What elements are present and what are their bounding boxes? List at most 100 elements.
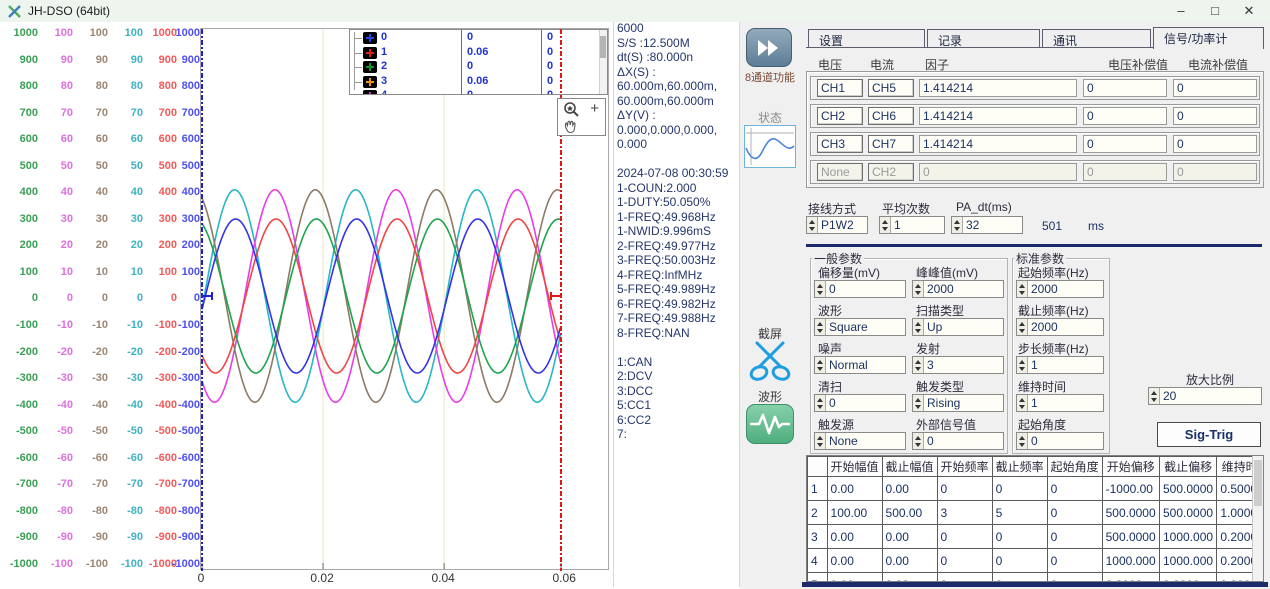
wiring-mode-field[interactable]: P1W2: [806, 216, 868, 234]
table-cell[interactable]: 0.0000: [1159, 573, 1216, 583]
table-cell[interactable]: 2: [808, 501, 828, 525]
current-channel-select[interactable]: CH6: [868, 107, 914, 125]
table-cell[interactable]: 0.00: [827, 549, 882, 573]
param-field[interactable]: 1: [1016, 394, 1104, 412]
current-channel-select[interactable]: CH7: [868, 135, 914, 153]
plot-zoom-toolbox[interactable]: +: [557, 98, 606, 136]
eight-channel-function-button[interactable]: [746, 28, 792, 67]
spinner-arrows[interactable]: [913, 357, 924, 373]
param-field[interactable]: 2000: [1016, 318, 1104, 336]
factor-field[interactable]: 1.414214: [919, 135, 1077, 153]
table-cell[interactable]: 100.00: [827, 501, 882, 525]
legend-scrollbar[interactable]: [599, 30, 607, 95]
param-field[interactable]: 2000: [1016, 280, 1104, 298]
param-field[interactable]: 2000: [912, 280, 1004, 298]
table-cell[interactable]: 0.00: [827, 477, 882, 501]
table-cell[interactable]: 3: [808, 525, 828, 549]
table-cell[interactable]: 500.0000: [1102, 501, 1159, 525]
tab-4[interactable]: 信号/功率计: [1153, 27, 1264, 49]
table-cell[interactable]: 0: [1047, 549, 1102, 573]
spinner-arrows[interactable]: [815, 319, 826, 335]
table-cell[interactable]: 0: [937, 477, 992, 501]
table-row[interactable]: 50.000.000000.00000.00000.2000: [808, 573, 1263, 583]
spinner-arrows[interactable]: [815, 281, 826, 297]
voltage-channel-select[interactable]: CH3: [817, 135, 863, 153]
table-cell[interactable]: 1000.000: [1159, 525, 1216, 549]
channel-legend[interactable]: 00010.06020030.060400: [349, 29, 608, 95]
table-cell[interactable]: 0: [1047, 573, 1102, 583]
param-field[interactable]: 0: [1016, 432, 1104, 450]
pa-dt-field[interactable]: 32: [951, 216, 1023, 234]
factor-field[interactable]: 1.414214: [919, 79, 1077, 97]
param-field[interactable]: Rising: [912, 394, 1004, 412]
tab-1[interactable]: 设置: [808, 29, 925, 48]
table-cell[interactable]: 5: [992, 501, 1047, 525]
table-cell[interactable]: 0: [1047, 477, 1102, 501]
tab-3[interactable]: 通讯: [1042, 29, 1151, 48]
zoom-in-icon[interactable]: +: [590, 100, 599, 117]
table-cell[interactable]: 0: [992, 477, 1047, 501]
current-compensation-field[interactable]: 0: [1173, 135, 1257, 153]
table-cell[interactable]: 0: [1047, 501, 1102, 525]
table-row[interactable]: 30.000.00000500.00001000.0000.2000: [808, 525, 1263, 549]
voltage-channel-select[interactable]: CH2: [817, 107, 863, 125]
spinner-arrows[interactable]: [815, 395, 826, 411]
table-cell[interactable]: 0: [992, 525, 1047, 549]
voltage-compensation-field[interactable]: 0: [1083, 135, 1167, 153]
table-cell[interactable]: 1: [808, 477, 828, 501]
table-cell[interactable]: 0: [937, 573, 992, 583]
scissors-icon[interactable]: [747, 339, 793, 383]
legend-row-1[interactable]: 10.060: [350, 46, 607, 61]
spinner-arrows[interactable]: [1017, 433, 1028, 449]
spinner-arrows[interactable]: [952, 217, 963, 233]
spinner-arrows[interactable]: [815, 433, 826, 449]
spinner-arrows[interactable]: [913, 281, 924, 297]
status-waveform-icon[interactable]: [744, 125, 796, 168]
segment-table[interactable]: 开始幅值截止幅值开始频率截止频率起始角度开始偏移截止偏移维持时10.000.00…: [806, 455, 1264, 582]
spinner-arrows[interactable]: [913, 395, 924, 411]
table-cell[interactable]: 0: [1047, 525, 1102, 549]
table-cell[interactable]: 5: [808, 573, 828, 583]
table-scrollbar[interactable]: [1252, 456, 1263, 581]
table-cell[interactable]: 0.00: [882, 573, 937, 583]
spinner-arrows[interactable]: [913, 433, 924, 449]
spinner-arrows[interactable]: [1017, 281, 1028, 297]
param-field[interactable]: 3: [912, 356, 1004, 374]
zoom-scale-field[interactable]: 20: [1148, 387, 1262, 405]
table-cell[interactable]: 0.00: [882, 525, 937, 549]
param-field[interactable]: Normal: [814, 356, 906, 374]
table-cell[interactable]: 0.0000: [1102, 573, 1159, 583]
voltage-compensation-field[interactable]: 0: [1083, 79, 1167, 97]
voltage-channel-select[interactable]: CH1: [817, 79, 863, 97]
param-field[interactable]: 1: [1016, 356, 1104, 374]
waveform-button[interactable]: [746, 404, 794, 444]
table-cell[interactable]: 500.0000: [1159, 477, 1216, 501]
spinner-arrows[interactable]: [1149, 388, 1160, 404]
spinner-arrows[interactable]: [807, 217, 818, 233]
current-channel-select[interactable]: CH5: [868, 79, 914, 97]
legend-row-2[interactable]: 200: [350, 60, 607, 75]
param-field[interactable]: Square: [814, 318, 906, 336]
table-cell[interactable]: 1000.000: [1159, 549, 1216, 573]
waveform-plot[interactable]: 00010.06020030.060400 +: [200, 28, 609, 570]
param-field[interactable]: None: [814, 432, 906, 450]
table-cell[interactable]: 0.00: [882, 549, 937, 573]
close-button[interactable]: ✕: [1232, 1, 1266, 21]
table-cell[interactable]: 1000.000: [1102, 549, 1159, 573]
spinner-arrows[interactable]: [1017, 319, 1028, 335]
average-count-field[interactable]: 1: [879, 216, 945, 234]
spinner-arrows[interactable]: [1017, 395, 1028, 411]
table-cell[interactable]: -1000.00: [1102, 477, 1159, 501]
pan-hand-icon[interactable]: [562, 119, 578, 135]
voltage-compensation-field[interactable]: 0: [1083, 107, 1167, 125]
maximize-button[interactable]: □: [1198, 1, 1232, 21]
tab-2[interactable]: 记录: [927, 29, 1040, 48]
table-cell[interactable]: 500.0000: [1159, 501, 1216, 525]
factor-field[interactable]: 1.414214: [919, 107, 1077, 125]
param-field[interactable]: 0: [912, 432, 1004, 450]
table-cell[interactable]: 0: [937, 525, 992, 549]
measurement-cursor-0[interactable]: [201, 29, 203, 571]
minimize-button[interactable]: –: [1164, 1, 1198, 21]
legend-row-0[interactable]: 000: [350, 31, 607, 46]
table-row[interactable]: 40.000.000001000.0001000.0000.2000: [808, 549, 1263, 573]
